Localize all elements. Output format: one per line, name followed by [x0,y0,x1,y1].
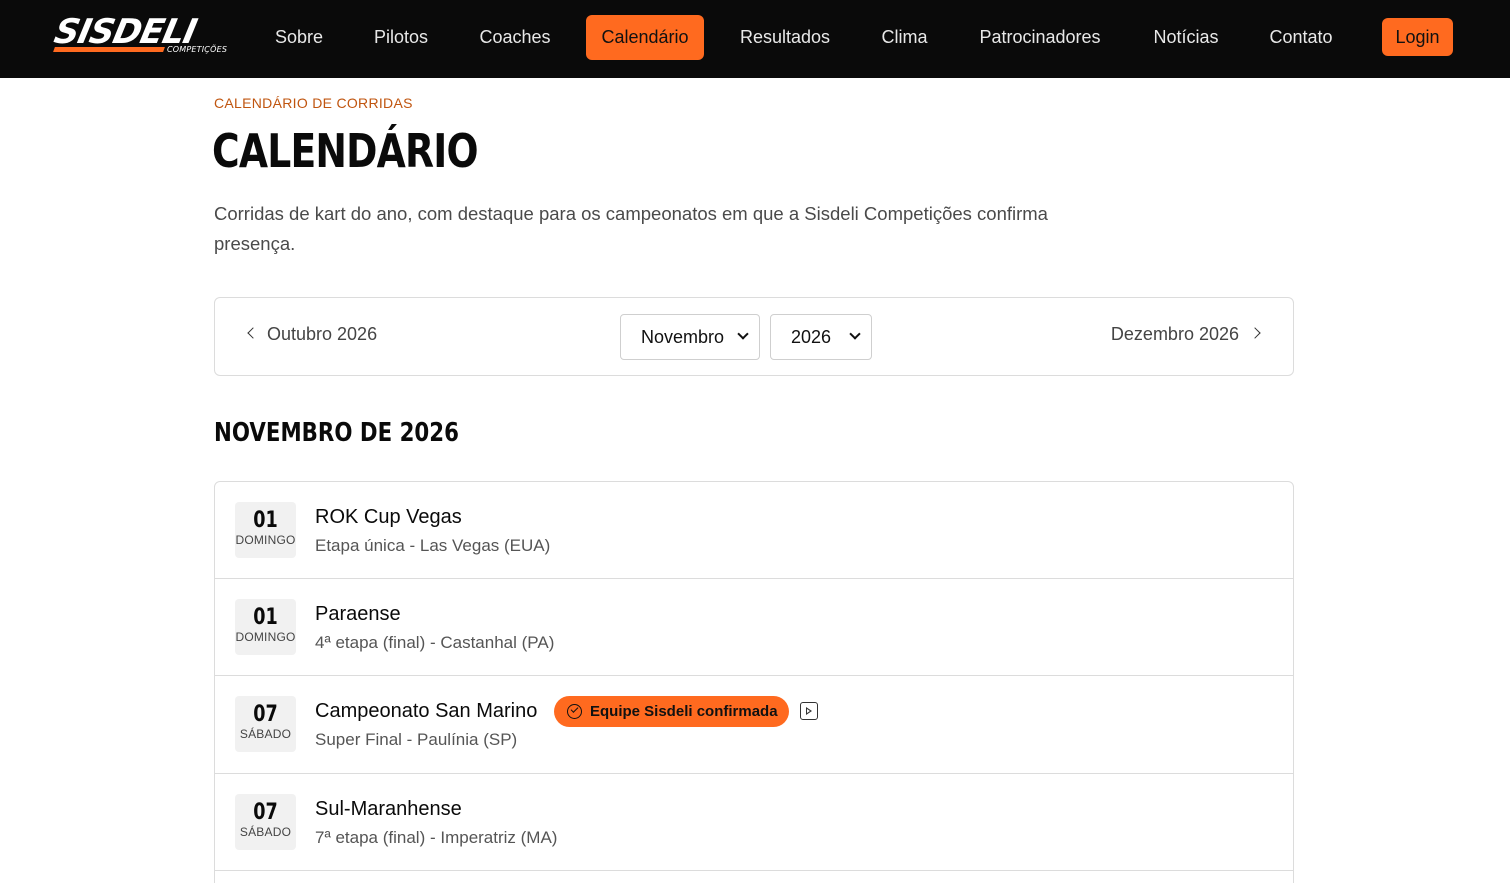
nav-item-calendario[interactable]: Calendário [586,15,704,60]
event-list: 01 DOMINGO ROK Cup Vegas Etapa única - L… [214,481,1294,883]
date-chip: 07 SÁBADO [235,794,296,850]
chevron-right-icon [1249,327,1261,339]
event-name: Sul-Maranhense [315,798,462,820]
event-weekday: SÁBADO [239,727,292,741]
event-row[interactable]: 01 DOMINGO ROK Cup Vegas Etapa única - L… [215,482,1293,579]
date-chip: 07 SÁBADO [235,696,296,752]
event-detail: 4ª etapa (final) - Castanhal (PA) [315,633,555,652]
event-day: 01 [253,508,278,533]
month-heading: NOVEMBRO DE 2026 [214,418,459,448]
event-name: ROK Cup Vegas [315,506,462,528]
nav-item-patrocinadores[interactable]: Patrocinadores [964,15,1116,60]
page-intro: Corridas de kart do ano, com destaque pa… [214,203,1048,254]
prev-month-label: Outubro 2026 [267,324,378,344]
year-select[interactable]: 2026 [770,314,872,360]
event-weekday: DOMINGO [235,630,296,644]
team-confirmed-badge: Equipe Sisdeli confirmada [554,696,789,727]
nav-item-coaches[interactable]: Coaches [466,15,564,60]
year-select-value: 2026 [791,327,832,347]
event-detail: Etapa única - Las Vegas (EUA) [315,536,551,555]
nav-item-clima[interactable]: Clima [868,15,941,60]
nav-item-pilotos[interactable]: Pilotos [360,15,442,60]
prev-month-link[interactable]: Outubro 2026 [247,324,378,345]
event-detail: 7ª etapa (final) - Imperatriz (MA) [315,828,558,847]
next-month-link[interactable]: Dezembro 2026 [1110,324,1261,345]
event-row[interactable]: 01 DOMINGO Paraense 4ª etapa (final) - C… [215,579,1293,676]
chevron-left-icon [247,327,259,339]
chevron-down-icon [737,328,749,340]
event-name: Campeonato San Marino [315,700,538,722]
event-day: 01 [253,605,278,630]
logo-accent-bar [53,47,165,52]
next-month-label: Dezembro 2026 [1110,324,1239,344]
video-play-icon[interactable] [800,702,818,720]
event-weekday: DOMINGO [235,533,296,547]
nav-item-resultados[interactable]: Resultados [726,15,844,60]
nav-item-contato[interactable]: Contato [1256,15,1346,60]
event-day: 07 [253,800,278,825]
nav-item-noticias[interactable]: Notícias [1140,15,1232,60]
brand-logo[interactable]: SISDELI COMPETIÇÕES [51,12,232,60]
event-detail: Super Final - Paulínia (SP) [315,730,518,749]
nav-item-sobre[interactable]: Sobre [262,15,336,60]
month-select[interactable]: Novembro [620,314,760,360]
chevron-down-icon [849,328,861,340]
date-chip: 01 DOMINGO [235,599,296,655]
page-title: CALENDÁRIO [212,124,479,178]
month-navigator: Outubro 2026 Novembro 2026 Dezembro 2026 [214,297,1294,376]
badge-label: Equipe Sisdeli confirmada [590,703,778,720]
top-navbar: SISDELI COMPETIÇÕES Sobre Pilotos Coache… [0,0,1510,78]
event-row[interactable]: 07 SÁBADO Campeonato San Marino Equipe S… [215,676,1293,774]
page-eyebrow: CALENDÁRIO DE CORRIDAS [214,95,413,111]
event-weekday: SÁBADO [239,825,292,839]
login-button[interactable]: Login [1382,18,1453,56]
event-row[interactable]: 07 SÁBADO Sul-Maranhense 7ª etapa (final… [215,774,1293,871]
date-chip: 01 DOMINGO [235,502,296,558]
check-circle-icon [567,704,582,719]
event-name: Paraense [315,603,401,625]
brand-tagline: COMPETIÇÕES [167,45,228,54]
month-select-value: Novembro [641,327,725,347]
event-day: 07 [253,702,278,727]
